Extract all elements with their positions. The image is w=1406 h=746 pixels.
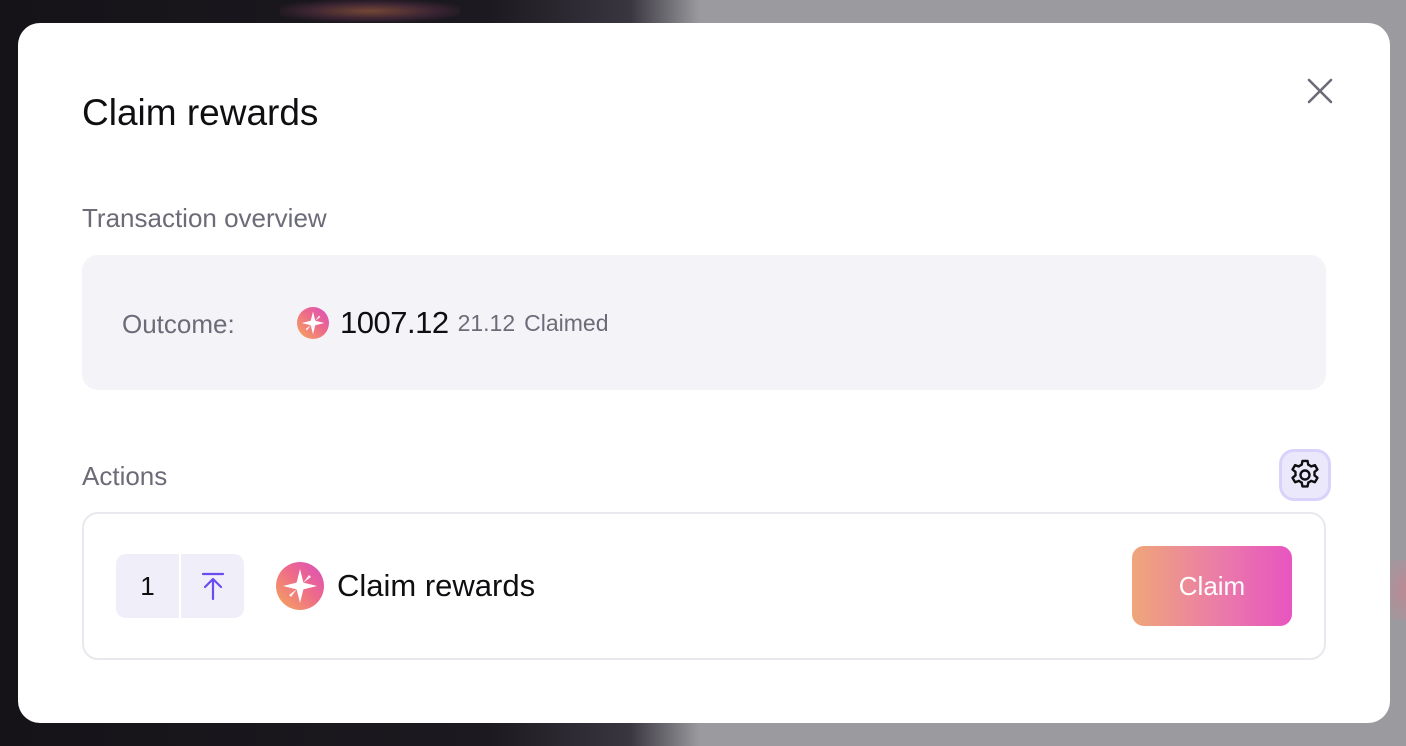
step-badge: 1 xyxy=(116,554,244,618)
transaction-overview-box: Outcome: 1007.12 21.12 Claimed xyxy=(82,255,1326,390)
claim-rewards-modal: Claim rewards Transaction overview Outco… xyxy=(18,23,1390,723)
modal-title: Claim rewards xyxy=(82,92,319,133)
actions-heading: Actions xyxy=(82,461,168,491)
outcome-sub-amount: 21.12 xyxy=(457,309,516,336)
outcome-status: Claimed xyxy=(524,309,609,336)
settings-button[interactable] xyxy=(1282,452,1328,498)
action-row: 1 Claim rewards Claim xyxy=(82,512,1326,660)
sparkle-token-icon xyxy=(297,307,329,339)
step-direction xyxy=(181,554,244,618)
outcome-label: Outcome: xyxy=(122,309,235,339)
step-number: 1 xyxy=(116,554,179,618)
sparkle-token-icon xyxy=(276,562,324,610)
outcome-value: 1007.12 21.12 Claimed xyxy=(297,303,609,343)
outcome-amount: 1007.12 xyxy=(340,305,449,340)
gear-icon xyxy=(1291,459,1319,488)
action-label: Claim rewards xyxy=(337,568,536,603)
close-button[interactable] xyxy=(1300,71,1340,111)
close-icon xyxy=(1307,78,1333,104)
arrow-up-to-line-icon xyxy=(201,572,224,601)
action-title: Claim rewards xyxy=(276,561,535,611)
transaction-overview-heading: Transaction overview xyxy=(82,203,327,233)
background-glow xyxy=(280,0,460,22)
claim-button[interactable]: Claim xyxy=(1132,546,1292,626)
